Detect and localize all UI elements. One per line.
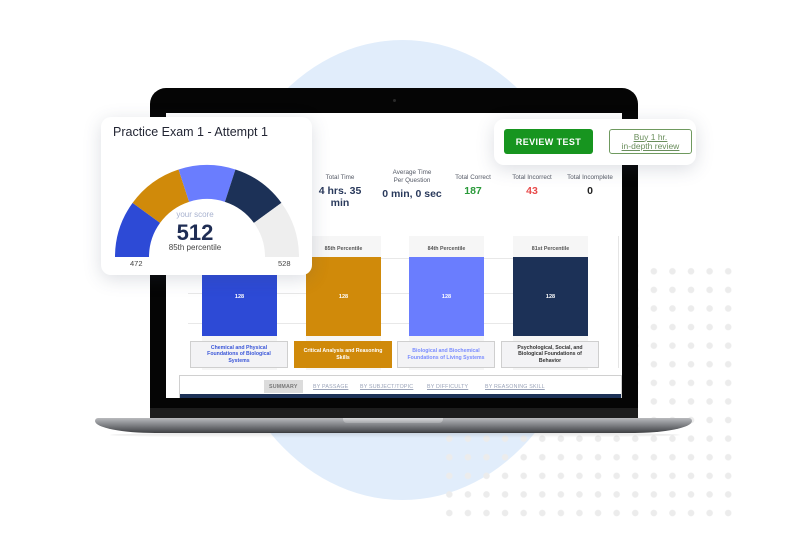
stat-value: 4 hrs. 35 min <box>318 185 362 209</box>
review-test-button[interactable]: REVIEW TEST <box>504 129 593 154</box>
laptop-base <box>95 418 692 433</box>
buy-review-line2: in-depth review <box>621 140 680 151</box>
tab-by-subject-topic[interactable]: BY SUBJECT/TOPIC <box>355 380 418 393</box>
section-label: Chemical and Physical Foundations of Bio… <box>190 341 288 368</box>
tabs-footer-bar <box>180 394 621 398</box>
score-percentile: 85th percentile <box>168 243 222 252</box>
stat-total-incomplete: Total Incomplete 0 <box>562 174 618 197</box>
stat-label: Total Time <box>325 174 355 181</box>
stat-total-incorrect: Total Incorrect 43 <box>504 174 560 197</box>
tab-by-difficulty[interactable]: BY DIFFICULTY <box>422 380 473 393</box>
stat-value: 187 <box>464 185 482 197</box>
section-label: Psychological, Social, and Biological Fo… <box>501 341 599 368</box>
stat-label: Total Correct <box>455 174 491 181</box>
stat-value: 0 min, 0 sec <box>382 188 442 200</box>
percentile-label: 81st Percentile <box>531 246 570 252</box>
percentile-label: 84th Percentile <box>427 246 466 252</box>
stat-total-correct: Total Correct 187 <box>448 174 498 197</box>
tab-summary[interactable]: SUMMARY <box>264 380 303 393</box>
section-bar: 128 <box>409 257 484 336</box>
section-bar: 128 <box>306 257 381 336</box>
y-axis-line <box>618 236 619 368</box>
buy-review-button[interactable]: Buy 1 hr. in-depth review <box>609 129 692 154</box>
section-label: Critical Analysis and Reasoning Skills <box>294 341 392 368</box>
stat-value: 43 <box>526 185 538 197</box>
stat-label: Average Time Per Question <box>392 169 432 184</box>
stat-avg-time: Average Time Per Question 0 min, 0 sec <box>380 169 444 200</box>
stat-label: Total Incorrect <box>512 174 552 181</box>
gauge-max: 528 <box>278 259 291 268</box>
your-score-label: your score <box>176 210 214 219</box>
section-label: Biological and Biochemical Foundations o… <box>397 341 495 368</box>
stat-label: Total Incomplete <box>567 174 613 181</box>
score-card: Practice Exam 1 - Attempt 1 your score 5… <box>101 117 312 275</box>
review-card: REVIEW TEST Buy 1 hr. in-depth review <box>494 119 696 165</box>
camera-icon <box>393 99 396 102</box>
section-bar: 128 <box>513 257 588 336</box>
exam-title: Practice Exam 1 - Attempt 1 <box>113 125 268 139</box>
tab-by-passage[interactable]: BY PASSAGE <box>308 380 353 393</box>
laptop-shadow <box>110 432 680 438</box>
laptop-notch <box>343 418 443 423</box>
stats-row: Total Time 4 hrs. 35 min Average Time Pe… <box>314 163 614 209</box>
stat-value: 0 <box>587 185 593 197</box>
gauge-min: 472 <box>130 259 143 268</box>
percentile-label: 85th Percentile <box>324 246 363 252</box>
tab-by-reasoning-skill[interactable]: BY REASONING SKILL <box>480 380 550 393</box>
stat-total-time: Total Time 4 hrs. 35 min <box>314 174 366 209</box>
